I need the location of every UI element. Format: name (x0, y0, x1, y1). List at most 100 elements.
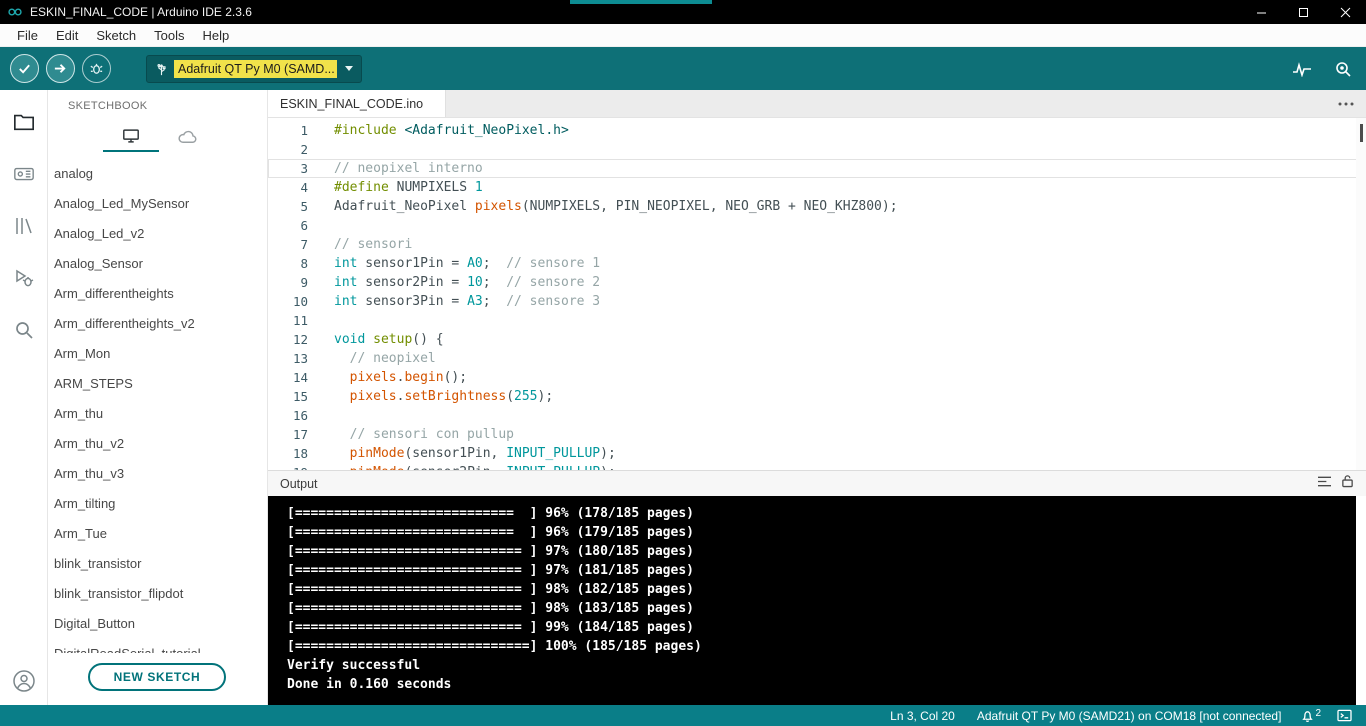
console-line: Done in 0.160 seconds (287, 677, 452, 692)
editor-tab-bar: ESKIN_FINAL_CODE.ino (268, 90, 1366, 118)
sketch-item[interactable]: Arm_tilting (48, 488, 267, 518)
console-line: [============================= ] 97% (18… (287, 544, 694, 559)
clear-output-icon[interactable] (1317, 475, 1332, 493)
serial-plotter-icon[interactable] (1292, 61, 1312, 77)
cursor-position[interactable]: Ln 3, Col 20 (890, 709, 955, 723)
code-line[interactable]: 19 pinMode(sensor2Pin, INPUT_PULLUP); (268, 463, 1366, 470)
toolbar-right-icons (1292, 60, 1352, 78)
menu-edit[interactable]: Edit (47, 28, 87, 43)
sketch-list: analog Analog_Led_MySensor Analog_Led_v2 An… (48, 158, 267, 668)
code-text: // neopixel interno (334, 161, 483, 176)
line-number: 4 (300, 180, 308, 195)
code-line[interactable]: 1 #include <Adafruit_NeoPixel.h> (268, 121, 1366, 140)
sketch-item[interactable]: Analog_Led_MySensor (48, 188, 267, 218)
code-line[interactable]: 10 int sensor3Pin = A3; // sensore 3 (268, 292, 1366, 311)
code-line[interactable]: 18 pinMode(sensor1Pin, INPUT_PULLUP); (268, 444, 1366, 463)
code-line[interactable]: 12 void setup() { (268, 330, 1366, 349)
window-controls (1240, 0, 1366, 24)
code-line[interactable]: 4 #define NUMPIXELS 1 (268, 178, 1366, 197)
notifications-bell-icon[interactable]: 2 (1301, 708, 1321, 723)
menu-sketch[interactable]: Sketch (87, 28, 145, 43)
output-console[interactable]: [============================ ] 96% (178… (268, 496, 1356, 705)
line-number: 18 (292, 446, 308, 461)
line-number: 12 (292, 332, 308, 347)
editor-column: ESKIN_FINAL_CODE.ino 1 #include <Adafruit… (268, 90, 1366, 705)
code-line[interactable]: 6 (268, 216, 1366, 235)
line-number: 16 (292, 408, 308, 423)
code-line[interactable]: 8 int sensor1Pin = A0; // sensore 1 (268, 254, 1366, 273)
maximize-button[interactable] (1282, 0, 1324, 24)
boards-manager-icon[interactable] (0, 150, 48, 198)
close-button[interactable] (1324, 0, 1366, 24)
sketch-item[interactable]: Analog_Led_v2 (48, 218, 267, 248)
sketch-item[interactable]: ARM_STEPS (48, 368, 267, 398)
search-icon[interactable] (0, 306, 48, 354)
code-line[interactable]: 9 int sensor2Pin = 10; // sensore 2 (268, 273, 1366, 292)
sketch-item[interactable]: analog (48, 158, 267, 188)
board-connection-status[interactable]: Adafruit QT Py M0 (SAMD21) on COM18 [not… (977, 709, 1282, 723)
sketch-item[interactable]: Arm_thu (48, 398, 267, 428)
sketch-item[interactable]: Arm_Mon (48, 338, 267, 368)
sketch-item[interactable]: blink_transistor (48, 548, 267, 578)
tab-local-sketchbook[interactable] (103, 122, 159, 152)
board-selector-dropdown[interactable]: Adafruit QT Py M0 (SAMD... (146, 54, 362, 83)
sketch-item[interactable]: Arm_thu_v2 (48, 428, 267, 458)
sketchbook-footer: NEW SKETCH (48, 653, 266, 705)
menu-help[interactable]: Help (193, 28, 238, 43)
sketch-item[interactable]: Arm_differentheights (48, 278, 267, 308)
code-line[interactable]: 7 // sensori (268, 235, 1366, 254)
serial-monitor-icon[interactable] (1334, 60, 1352, 78)
new-sketch-button[interactable]: NEW SKETCH (87, 663, 227, 691)
code-area[interactable]: 1 #include <Adafruit_NeoPixel.h> 2 3 // neop… (268, 118, 1366, 470)
menu-file[interactable]: File (8, 28, 47, 43)
upload-button[interactable] (46, 54, 75, 83)
code-text: pinMode(sensor2Pin, INPUT_PULLUP); (318, 463, 616, 470)
menu-tools[interactable]: Tools (145, 28, 193, 43)
library-manager-icon[interactable] (0, 202, 48, 250)
line-number: 17 (292, 427, 308, 442)
background-window-strip (570, 0, 712, 4)
more-actions-icon[interactable] (1338, 90, 1354, 118)
code-line[interactable]: 15 pixels.setBrightness(255); (268, 387, 1366, 406)
output-header-icons (1317, 474, 1354, 493)
account-icon[interactable] (0, 669, 48, 693)
sketch-item[interactable]: Arm_thu_v3 (48, 458, 267, 488)
code-line[interactable]: 16 (268, 406, 1366, 425)
sketch-item[interactable]: Analog_Sensor (48, 248, 267, 278)
editor-scrollbar[interactable] (1356, 118, 1366, 470)
tab-eskin-final-code[interactable]: ESKIN_FINAL_CODE.ino (268, 90, 447, 117)
sketchbook-tabs (103, 122, 215, 152)
code-line[interactable]: 11 (268, 311, 1366, 330)
line-number: 7 (300, 237, 308, 252)
main-area: SKETCHBOOK analog Analog_Led_MySensor Anal… (0, 90, 1366, 705)
code-line[interactable]: 13 // neopixel (268, 349, 1366, 368)
sketch-item[interactable]: Arm_Tue (48, 518, 267, 548)
sketch-item[interactable]: Digital_Button (48, 608, 267, 638)
debugger-icon[interactable] (0, 254, 48, 302)
code-text: int sensor1Pin = A0; // sensore 1 (334, 256, 601, 271)
sketch-item[interactable]: Arm_differentheights_v2 (48, 308, 267, 338)
line-number: 14 (292, 370, 308, 385)
code-line[interactable]: 3 // neopixel interno (268, 159, 1366, 178)
console-line: [============================ ] 96% (178… (287, 506, 694, 521)
line-number: 8 (300, 256, 308, 271)
verify-button[interactable] (10, 54, 39, 83)
scroll-lock-icon[interactable] (1341, 474, 1354, 493)
debug-button[interactable] (82, 54, 111, 83)
sketch-item[interactable]: blink_transistor_flipdot (48, 578, 267, 608)
console-line: [============================= ] 97% (18… (287, 563, 694, 578)
tab-cloud-sketchbook[interactable] (159, 122, 215, 152)
code-line[interactable]: 5 Adafruit_NeoPixel pixels(NUMPIXELS, PIN… (268, 197, 1366, 216)
code-line[interactable]: 14 pixels.begin(); (268, 368, 1366, 387)
title-bar: ESKIN_FINAL_CODE | Arduino IDE 2.3.6 (0, 0, 1366, 24)
code-line[interactable]: 2 (268, 140, 1366, 159)
serial-toggle-icon[interactable] (1337, 709, 1352, 722)
minimize-button[interactable] (1240, 0, 1282, 24)
code-line[interactable]: 17 // sensori con pullup (268, 425, 1366, 444)
selected-board-label: Adafruit QT Py M0 (SAMD... (174, 59, 337, 78)
editor-scrollbar-thumb[interactable] (1360, 124, 1363, 142)
line-number: 6 (300, 218, 308, 233)
console-line: [============================= ] 99% (18… (287, 620, 694, 635)
sketchbook-folder-icon[interactable] (0, 98, 48, 146)
